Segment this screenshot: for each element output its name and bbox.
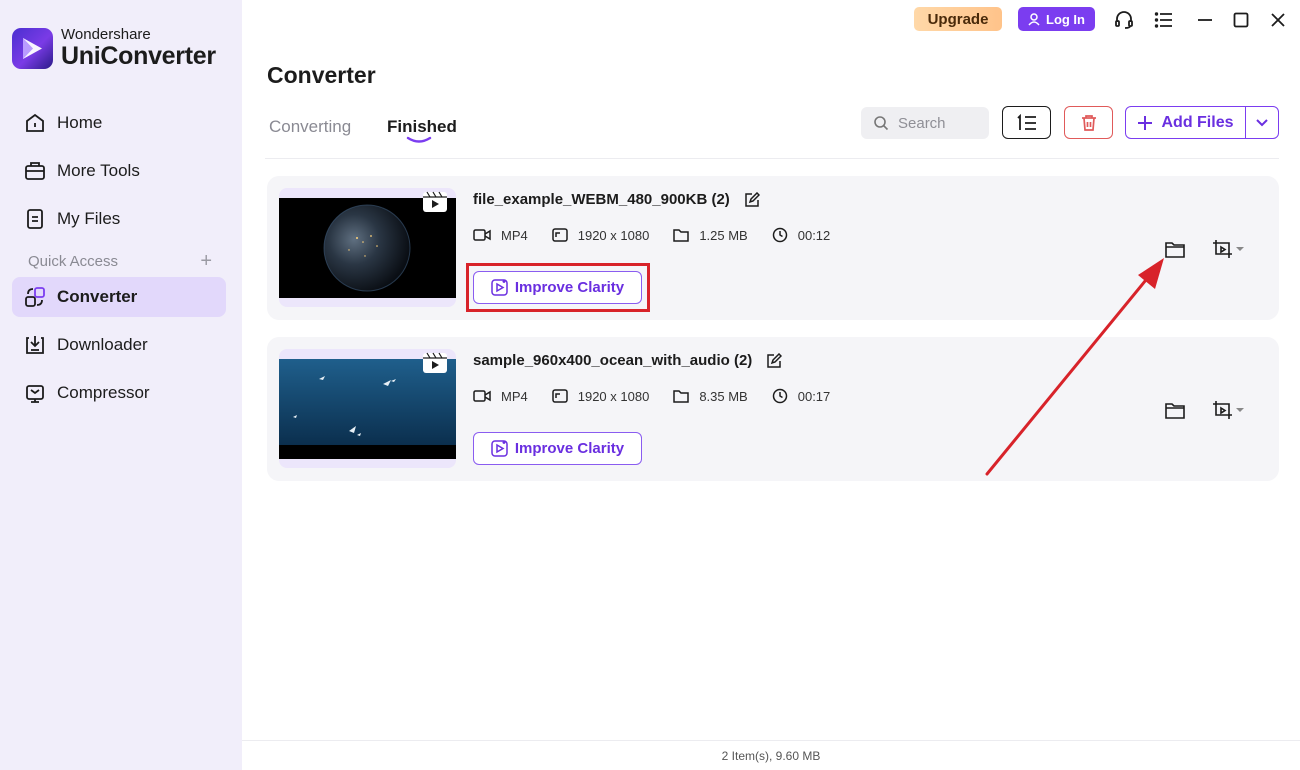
- quick-access-header: Quick Access +: [28, 251, 212, 271]
- sidebar-item-label: Compressor: [57, 383, 150, 402]
- sidebar-item-home[interactable]: Home: [12, 103, 226, 143]
- enhance-icon: [491, 440, 508, 457]
- file-duration: 00:17: [797, 388, 831, 404]
- caret-down-icon: [1236, 408, 1244, 412]
- add-files-label: Add Files: [1161, 113, 1234, 131]
- crop-edit-dropdown[interactable]: [1209, 398, 1249, 422]
- add-files-dropdown[interactable]: [1246, 107, 1278, 138]
- chevron-down-icon: [1256, 118, 1268, 126]
- video-camera-icon: [473, 390, 491, 402]
- close-icon[interactable]: [1267, 9, 1289, 31]
- header-divider: [265, 158, 1279, 159]
- search-input[interactable]: [898, 114, 978, 132]
- add-quick-access-icon[interactable]: +: [200, 251, 212, 271]
- sidebar-item-my-files[interactable]: My Files: [12, 199, 226, 239]
- maximize-icon[interactable]: [1230, 9, 1252, 31]
- folder-icon: [673, 390, 690, 403]
- brand-company: Wondershare: [61, 26, 151, 43]
- crop-video-icon: [1213, 401, 1232, 419]
- improve-clarity-label: Improve Clarity: [514, 440, 625, 457]
- sort-list-button[interactable]: [1002, 106, 1051, 139]
- add-files-button-group: Add Files: [1125, 106, 1279, 139]
- sidebar-item-downloader[interactable]: Downloader: [12, 325, 226, 365]
- page-title: Converter: [267, 62, 376, 88]
- folder-icon: [673, 229, 690, 242]
- video-badge-icon: [423, 352, 447, 373]
- edit-icon[interactable]: [766, 352, 783, 369]
- compress-icon: [24, 382, 46, 404]
- edit-icon[interactable]: [744, 191, 760, 208]
- caret-down-icon: [1236, 247, 1244, 251]
- download-icon: [24, 334, 46, 356]
- file-resolution: 1920 x 1080: [577, 227, 650, 243]
- tab-converting[interactable]: Converting: [269, 117, 351, 137]
- improve-clarity-button[interactable]: Improve Clarity: [473, 432, 642, 465]
- clock-icon: [772, 227, 787, 243]
- clock-icon: [772, 388, 787, 404]
- home-icon: [24, 112, 46, 134]
- converter-icon: [24, 286, 46, 308]
- file-size: 8.35 MB: [699, 388, 748, 404]
- sidebar-item-compressor[interactable]: Compressor: [12, 373, 226, 413]
- add-files-button[interactable]: Add Files: [1126, 107, 1246, 138]
- file-format: MP4: [501, 227, 528, 243]
- status-bar: 2 Item(s), 9.60 MB: [242, 740, 1300, 770]
- search-box[interactable]: [861, 107, 989, 139]
- menu-icon[interactable]: [1153, 9, 1175, 31]
- earth-thumbnail-image: [279, 198, 456, 298]
- video-thumbnail[interactable]: [279, 188, 456, 307]
- sidebar-item-label: More Tools: [57, 161, 140, 180]
- list-order-icon: [1016, 113, 1036, 130]
- sidebar-item-converter[interactable]: Converter: [12, 277, 226, 317]
- trash-icon: [1081, 114, 1096, 131]
- user-icon: [1028, 12, 1040, 26]
- open-folder-icon[interactable]: [1163, 398, 1187, 422]
- file-card: file_example_WEBM_480_900KB (2) MP4 1920…: [267, 176, 1279, 320]
- status-summary: 2 Item(s), 9.60 MB: [721, 748, 821, 763]
- file-format: MP4: [501, 388, 528, 404]
- sidebar-item-label: My Files: [57, 209, 121, 228]
- toolbox-icon: [24, 160, 46, 182]
- file-duration: 00:12: [797, 227, 831, 243]
- quick-access-label: Quick Access: [28, 252, 119, 270]
- file-resolution: 1920 x 1080: [577, 388, 650, 404]
- sidebar-item-label: Converter: [57, 287, 138, 306]
- video-badge-icon: [423, 191, 447, 212]
- ocean-thumbnail-image: [279, 359, 456, 459]
- file-card: sample_960x400_ocean_with_audio (2) MP4 …: [267, 337, 1279, 481]
- brand: Wondershare UniConverter: [12, 27, 216, 69]
- resolution-icon: [551, 389, 568, 403]
- file-meta: MP4 1920 x 1080 1.25 MB 00:12: [473, 227, 854, 243]
- file-name-text: file_example_WEBM_480_900KB (2): [473, 191, 730, 208]
- tab-active-indicator: [406, 136, 432, 143]
- login-button[interactable]: Log In: [1018, 7, 1095, 31]
- sidebar-item-more-tools[interactable]: More Tools: [12, 151, 226, 191]
- crop-video-icon: [1213, 240, 1232, 258]
- file-size: 1.25 MB: [699, 227, 748, 243]
- video-camera-icon: [473, 229, 491, 241]
- video-thumbnail[interactable]: [279, 349, 456, 468]
- headset-icon[interactable]: [1113, 9, 1135, 31]
- file-name: sample_960x400_ocean_with_audio (2): [473, 352, 783, 369]
- upgrade-button[interactable]: Upgrade: [914, 7, 1002, 31]
- open-folder-icon[interactable]: [1163, 237, 1187, 261]
- file-name: file_example_WEBM_480_900KB (2): [473, 191, 760, 208]
- file-name-text: sample_960x400_ocean_with_audio (2): [473, 352, 753, 369]
- login-label: Log In: [1046, 11, 1085, 27]
- plus-icon: [1138, 115, 1153, 130]
- tab-finished[interactable]: Finished: [387, 117, 457, 137]
- minimize-icon[interactable]: [1194, 9, 1216, 31]
- search-icon: [874, 116, 889, 131]
- uniconverter-logo-icon: [12, 27, 53, 69]
- crop-edit-dropdown[interactable]: [1209, 237, 1249, 261]
- sidebar-item-label: Downloader: [57, 335, 148, 354]
- brand-product: UniConverter: [61, 42, 216, 70]
- file-meta: MP4 1920 x 1080 8.35 MB 00:17: [473, 388, 854, 404]
- resolution-icon: [551, 228, 568, 242]
- sidebar: Wondershare UniConverter Home More Tools…: [0, 0, 242, 770]
- sidebar-item-label: Home: [57, 113, 103, 132]
- highlight-box: [466, 263, 650, 312]
- delete-button[interactable]: [1064, 106, 1113, 139]
- file-icon: [24, 208, 46, 230]
